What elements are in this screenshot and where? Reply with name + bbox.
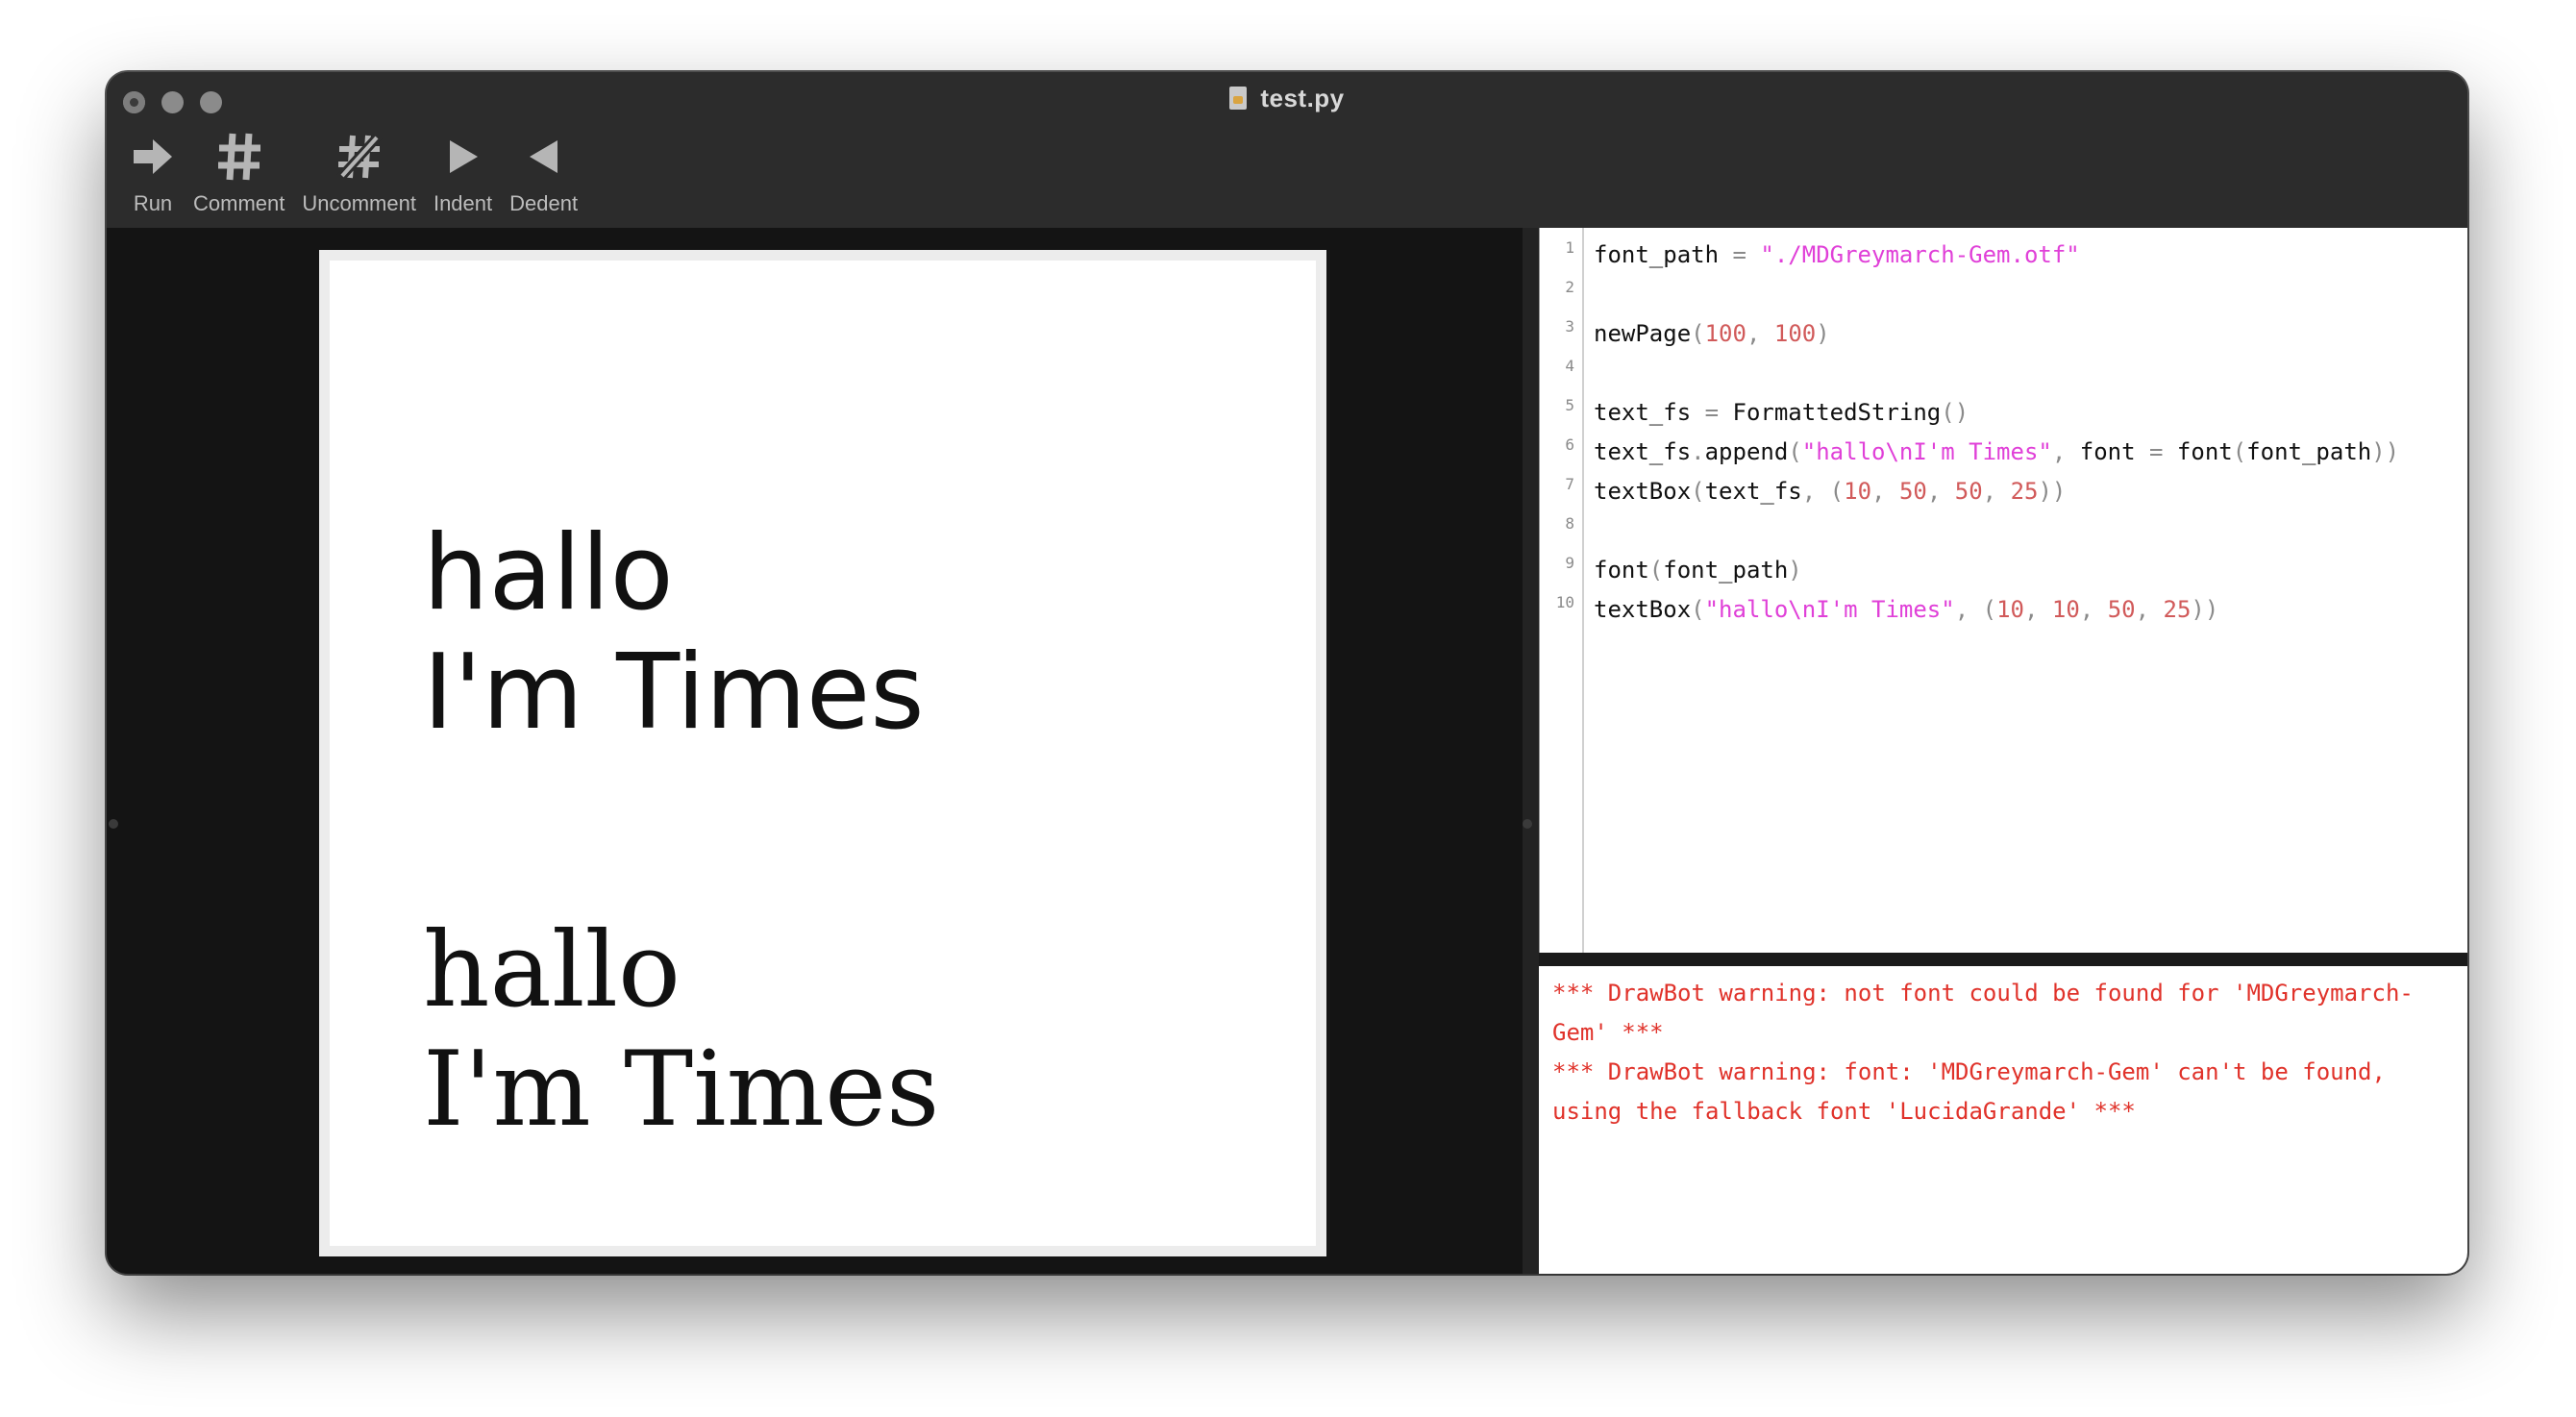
- code-text: text_fs = FormattedString(): [1594, 399, 1969, 426]
- run-button[interactable]: Run: [130, 128, 176, 224]
- code-line[interactable]: 4: [1540, 354, 2467, 393]
- arrow-right-icon: [130, 128, 176, 186]
- window-title-text: test.py: [1260, 84, 1345, 112]
- uncomment-button[interactable]: Uncomment: [302, 128, 416, 224]
- text-line: I'm Times: [423, 633, 925, 753]
- code-text: font(font_path): [1594, 557, 1802, 584]
- console-warning: *** DrawBot warning: not font could be f…: [1552, 980, 2414, 1046]
- code-text: text_fs.append("hallo\nI'm Times", font …: [1594, 438, 2400, 465]
- code-line[interactable]: 6 text_fs.append("hallo\nI'm Times", font…: [1540, 433, 2467, 472]
- line-number: 6: [1565, 435, 1574, 454]
- titlebar: test.py Run Comment Uncomment Indent Ded…: [107, 72, 2467, 228]
- text-line: I'm Times: [423, 1030, 940, 1150]
- text-line: hallo: [423, 513, 674, 634]
- line-number: 7: [1565, 475, 1574, 493]
- canvas-preview[interactable]: hallo I'm Times hallo I'm Times: [107, 228, 1532, 1274]
- hash-strike-icon: [334, 128, 384, 186]
- comment-label: Comment: [193, 191, 285, 215]
- comment-button[interactable]: Comment: [193, 128, 285, 224]
- code-text: textBox(text_fs, (10, 50, 50, 25)): [1594, 478, 2067, 505]
- line-number: 2: [1565, 278, 1574, 296]
- line-number: 10: [1555, 593, 1574, 611]
- dedent-button[interactable]: Dedent: [509, 128, 578, 224]
- run-label: Run: [133, 191, 173, 215]
- code-text: font_path = "./MDGreymarch-Gem.otf": [1594, 241, 2080, 268]
- toolbar: Run Comment Uncomment Indent Dedent: [107, 128, 595, 224]
- code-line[interactable]: 2: [1540, 275, 2467, 314]
- text-box-plain: hallo I'm Times: [423, 911, 939, 1150]
- code-line[interactable]: 7 textBox(text_fs, (10, 50, 50, 25)): [1540, 472, 2467, 511]
- drawing-page: hallo I'm Times hallo I'm Times: [319, 250, 1326, 1256]
- console-lines: *** DrawBot warning: not font could be f…: [1539, 966, 2467, 1131]
- line-number: 5: [1565, 396, 1574, 414]
- text-box-formatted: hallo I'm Times: [423, 514, 925, 753]
- line-number: 3: [1565, 317, 1574, 336]
- code-line[interactable]: 5 text_fs = FormattedString(): [1540, 393, 2467, 433]
- triangle-right-icon: [446, 128, 481, 186]
- python-file-icon: [1229, 87, 1248, 110]
- hash-icon: [216, 128, 262, 186]
- line-number: 8: [1565, 514, 1574, 533]
- line-number: 4: [1565, 357, 1574, 375]
- code-line[interactable]: 3 newPage(100, 100): [1540, 314, 2467, 354]
- code-text: newPage(100, 100): [1594, 320, 1830, 347]
- left-split-handle[interactable]: [109, 819, 118, 829]
- line-number: 9: [1565, 554, 1574, 572]
- code-line[interactable]: 1 font_path = "./MDGreymarch-Gem.otf": [1540, 236, 2467, 275]
- text-line: hallo: [423, 910, 681, 1031]
- uncomment-label: Uncomment: [302, 191, 416, 215]
- output-console: *** DrawBot warning: not font could be f…: [1539, 966, 2467, 1274]
- window-title: test.py: [107, 84, 2467, 113]
- code-text: textBox("hallo\nI'm Times", (10, 10, 50,…: [1594, 596, 2219, 623]
- indent-label: Indent: [433, 191, 493, 215]
- dedent-label: Dedent: [509, 191, 579, 215]
- code-lines: 1 font_path = "./MDGreymarch-Gem.otf" 2 3 ne…: [1540, 236, 2467, 630]
- line-number: 1: [1565, 238, 1574, 257]
- code-editor[interactable]: 1 font_path = "./MDGreymarch-Gem.otf" 2 3 ne…: [1539, 228, 2467, 953]
- code-line[interactable]: 10 textBox("hallo\nI'm Times", (10, 10, 5…: [1540, 590, 2467, 630]
- code-line[interactable]: 9 font(font_path): [1540, 551, 2467, 590]
- triangle-left-icon: [527, 128, 561, 186]
- app-window: test.py Run Comment Uncomment Indent Ded…: [107, 72, 2467, 1274]
- indent-button[interactable]: Indent: [433, 128, 492, 224]
- code-line[interactable]: 8: [1540, 511, 2467, 551]
- console-warning: *** DrawBot warning: font: 'MDGreymarch-…: [1552, 1058, 2400, 1125]
- editor-console-divider[interactable]: [1539, 953, 2467, 966]
- vertical-split-handle[interactable]: [1523, 819, 1532, 829]
